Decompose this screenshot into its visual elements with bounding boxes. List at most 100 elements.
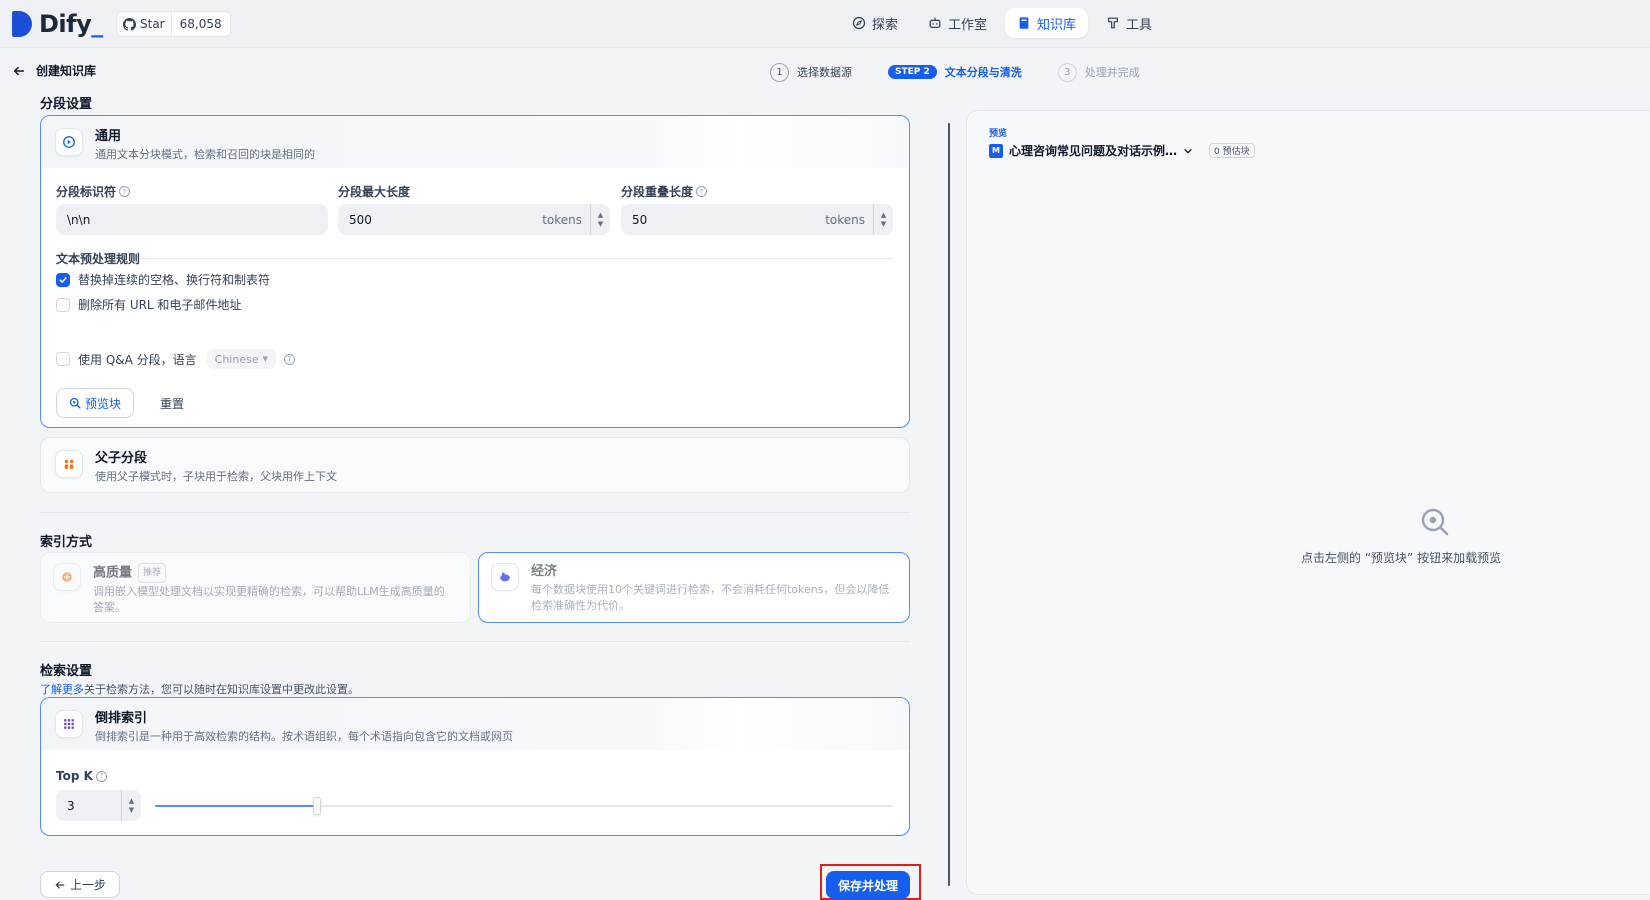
segment-section-title: 分段设置 <box>40 97 93 112</box>
nav-tab-tools[interactable]: 工具 <box>1094 8 1164 38</box>
chevron-down-icon[interactable]: ▼ <box>881 220 886 229</box>
learn-more-link[interactable]: 了解更多 <box>40 683 84 696</box>
step-1: 1 选择数据源 <box>770 62 852 82</box>
chevron-down-icon[interactable]: ▼ <box>598 220 603 229</box>
nav-tab-label: 工具 <box>1126 17 1153 33</box>
document-name: 心理咨询常见问题及对话示例… <box>1009 144 1178 158</box>
document-selector[interactable]: M 心理咨询常见问题及对话示例… 0 预估块 <box>989 142 1255 159</box>
book-icon <box>1019 17 1029 29</box>
arrow-left-icon <box>13 66 25 75</box>
economy-index-card[interactable]: 经济 每个数据块使用10个关键词进行检索，不会消耗任何tokens，但会以降低检… <box>478 552 910 623</box>
logo-mark-icon <box>12 11 32 37</box>
unit-label: tokens <box>542 212 582 227</box>
language-select[interactable]: Chinese ▼ <box>206 349 276 369</box>
step-label: 选择数据源 <box>797 66 852 79</box>
preview-chunks-label: 预览块 <box>84 396 121 411</box>
page-title: 创建知识库 <box>36 64 97 78</box>
chunk-count-badge: 0 预估块 <box>1209 143 1255 158</box>
preview-chunks-button[interactable]: 预览块 <box>56 388 134 418</box>
step-3: 3 处理并完成 <box>1057 62 1140 82</box>
chevron-up-icon[interactable]: ▲ <box>598 211 603 220</box>
card-desc: 每个数据块使用10个关键词进行检索，不会消耗任何tokens，但会以降低检索准确… <box>531 583 890 612</box>
checkbox-checked[interactable] <box>56 272 70 287</box>
card-title: 倒排索引 <box>95 711 148 726</box>
save-and-process-button[interactable]: 保存并处理 <box>826 871 910 899</box>
topk-input[interactable]: 3 ▲ ▼ <box>56 790 141 821</box>
search-preview-icon <box>1421 508 1449 536</box>
empty-preview-text: 点击左侧的 “预览块” 按钮来加载预览 <box>1301 551 1502 565</box>
number-stepper[interactable]: ▲ ▼ <box>590 204 610 235</box>
chevron-down-icon[interactable]: ▼ <box>129 806 134 815</box>
panel-resize-handle[interactable] <box>948 123 950 886</box>
card-desc: 使用父子模式时，子块用于检索，父块用作上下文 <box>95 470 337 483</box>
section-divider <box>40 641 910 642</box>
rule-replace-spaces[interactable]: 替换掉连续的空格、换行符和制表符 <box>56 271 270 288</box>
unit-label: tokens <box>825 212 865 227</box>
rule-remove-urls[interactable]: 删除所有 URL 和电子邮件地址 <box>56 296 241 313</box>
sparkle-icon <box>53 563 81 591</box>
overlap-input[interactable]: 50 tokens ▲ ▼ <box>621 204 893 235</box>
rules-divider <box>141 258 893 259</box>
index-section-title: 索引方式 <box>40 535 93 550</box>
help-icon[interactable]: ? <box>95 770 107 782</box>
brand-underscore: _ <box>91 10 103 38</box>
checkbox[interactable] <box>56 352 70 366</box>
delimiter-input[interactable]: \n\n <box>56 204 328 235</box>
brand-name: Dify <box>39 10 92 38</box>
number-stepper[interactable]: ▲ ▼ <box>873 204 893 235</box>
save-and-process-label: 保存并处理 <box>837 878 898 893</box>
main-nav: 探索 工作室 知识库 工具 <box>840 8 1164 40</box>
rule-label: 删除所有 URL 和电子邮件地址 <box>78 298 242 312</box>
preview-panel: 预览 M 心理咨询常见问题及对话示例… 0 预估块 点击左侧的 “预览块” 按钮… <box>966 110 1650 895</box>
slider-fill <box>155 805 318 807</box>
recommended-badge: 推荐 <box>138 563 167 583</box>
check-icon <box>59 276 67 283</box>
stepper: 1 选择数据源 STEP 2 文本分段与清洗 3 处理并完成 <box>770 60 1140 84</box>
nav-tab-knowledge[interactable]: 知识库 <box>1005 8 1089 38</box>
max-length-input[interactable]: 500 tokens ▲ ▼ <box>338 204 610 235</box>
previous-step-button[interactable]: 上一步 <box>40 871 120 898</box>
step-label: 处理并完成 <box>1084 66 1140 79</box>
star-count: 68,058 <box>171 12 230 36</box>
dify-logo[interactable]: Dify_ <box>12 9 103 39</box>
chevron-up-icon[interactable]: ▲ <box>129 797 134 806</box>
nav-tab-explore[interactable]: 探索 <box>840 8 910 38</box>
arrow-left-icon <box>55 880 65 889</box>
inverted-index-card[interactable]: 倒排索引 倒排索引是一种用于高效检索的结构。按术语组织，每个术语指向包含它的文档… <box>40 697 910 836</box>
search-zoom-icon <box>69 397 81 409</box>
back-button[interactable]: 创建知识库 <box>12 62 96 79</box>
grid-icon <box>55 710 83 738</box>
section-divider <box>40 512 910 513</box>
help-icon[interactable]: ? <box>119 186 131 197</box>
rule-label: 替换掉连续的空格、换行符和制表符 <box>78 273 271 287</box>
slider-thumb[interactable] <box>313 797 322 815</box>
overlap-label: 分段重叠长度 <box>621 185 694 199</box>
reset-button[interactable]: 重置 <box>142 388 202 418</box>
topk-slider[interactable] <box>155 797 893 815</box>
parent-child-icon <box>55 450 83 478</box>
hammer-icon <box>1108 17 1119 29</box>
language-value: Chinese <box>214 352 259 366</box>
parent-child-segment-card[interactable]: 父子分段 使用父子模式时，子块用于检索，父块用作上下文 <box>40 437 910 493</box>
step-pill: STEP 2 <box>888 65 937 79</box>
general-segment-card[interactable]: 通用 通用文本分块模式，检索和召回的块是相同的 分段标识符 ? \n\n 分段最… <box>40 115 910 428</box>
high-quality-index-card[interactable]: 高质量 推荐 调用嵌入模型处理文档以实现更精确的检索，可以帮助LLM生成高质量的答… <box>40 552 471 623</box>
nav-tab-studio[interactable]: 工作室 <box>916 8 999 38</box>
compass-icon <box>852 16 866 30</box>
qa-segment-option[interactable]: 使用 Q&A 分段，语言 Chinese ▼ ? <box>56 349 295 369</box>
chevron-down-icon <box>1184 148 1192 153</box>
github-star-button[interactable]: Star 68,058 <box>116 11 231 37</box>
checkbox[interactable] <box>56 297 70 312</box>
chevron-up-icon[interactable]: ▲ <box>881 211 886 220</box>
step-number: 1 <box>770 62 789 82</box>
nav-tab-label: 知识库 <box>1037 17 1077 33</box>
markdown-file-icon: M <box>989 143 1003 158</box>
help-icon[interactable]: ? <box>284 353 295 365</box>
card-desc: 通用文本分块模式，检索和召回的块是相同的 <box>95 148 315 161</box>
preview-label: 预览 <box>989 129 1008 139</box>
number-stepper[interactable]: ▲ ▼ <box>121 790 141 821</box>
card-title: 父子分段 <box>95 451 148 466</box>
max-length-value: 500 <box>349 212 372 227</box>
help-icon[interactable]: ? <box>696 186 708 197</box>
delimiter-value: \n\n <box>67 212 91 227</box>
